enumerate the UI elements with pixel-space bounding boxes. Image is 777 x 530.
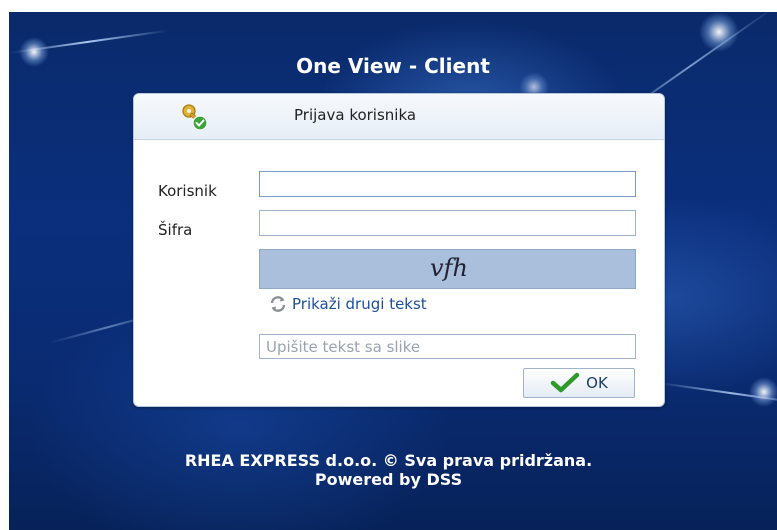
password-input[interactable]	[259, 210, 636, 236]
footer-copyright: RHEA EXPRESS d.o.o. © Sva prava pridržan…	[184, 451, 593, 470]
captcha-image: vfh	[259, 249, 636, 289]
ok-button[interactable]: OK	[523, 368, 635, 398]
light-glow	[699, 12, 739, 52]
checkmark-icon	[550, 372, 580, 393]
light-streak	[568, 12, 773, 14]
app-title: One View - Client	[296, 54, 490, 78]
light-glow	[19, 37, 49, 67]
panel-header: Prijava korisnika	[134, 94, 664, 140]
light-glow	[749, 377, 777, 407]
captcha-text: vfh	[430, 254, 468, 282]
refresh-captcha-link[interactable]: Prikaži drugi tekst	[268, 294, 427, 314]
panel-title: Prijava korisnika	[294, 106, 417, 124]
username-label: Korisnik	[158, 182, 217, 200]
refresh-captcha-label: Prikaži drugi tekst	[292, 295, 427, 313]
footer-powered-by: Powered by DSS	[314, 470, 463, 489]
ok-label: OK	[586, 374, 608, 392]
captcha-input[interactable]	[259, 334, 636, 359]
refresh-icon	[270, 296, 286, 312]
key-check-icon	[182, 104, 208, 131]
username-input[interactable]	[259, 171, 636, 197]
password-label: Šifra	[158, 221, 193, 239]
login-panel: Prijava korisnika Korisnik Šifra vfh Pri…	[133, 93, 665, 407]
